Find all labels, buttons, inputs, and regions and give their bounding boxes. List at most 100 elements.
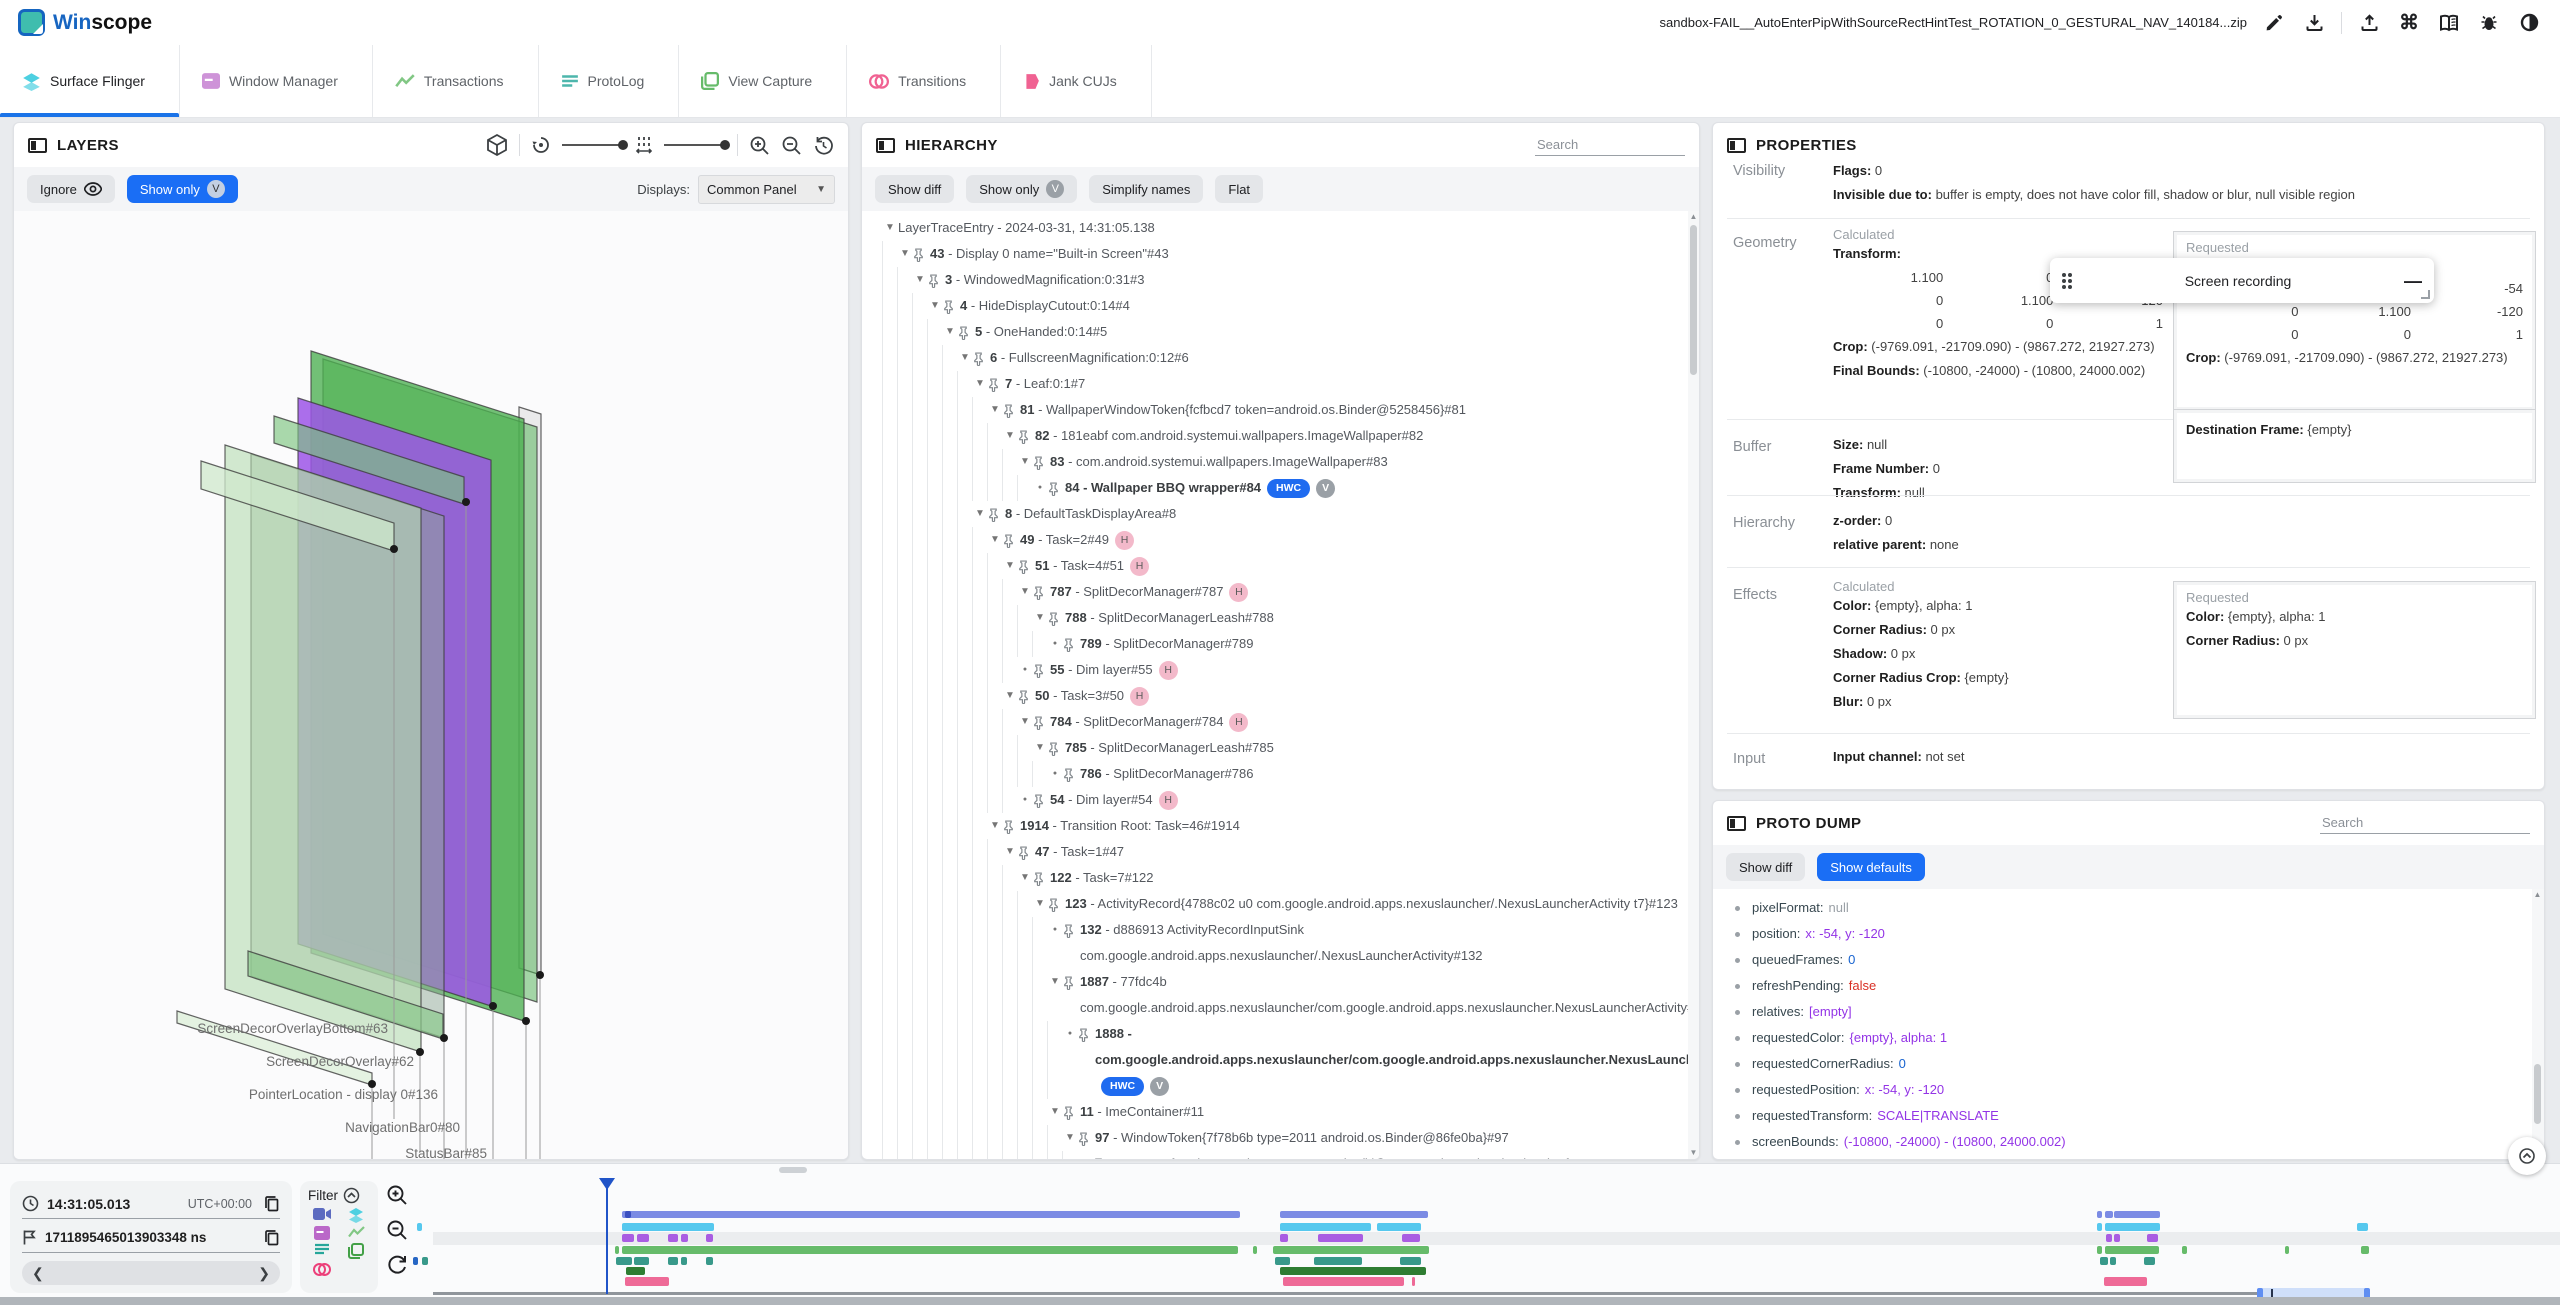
scroll-down-icon[interactable]: ▼ <box>1688 1147 1699 1159</box>
pin-icon[interactable] <box>1018 839 1035 860</box>
drag-handle-icon[interactable] <box>2062 272 2072 289</box>
proto-row[interactable]: refreshPending: false <box>1735 973 2532 999</box>
edit-icon[interactable] <box>2261 10 2287 36</box>
protolog-segment[interactable] <box>1400 1257 1421 1265</box>
protolog-segment[interactable] <box>1275 1257 1290 1265</box>
surface-flinger-segment[interactable] <box>622 1223 714 1231</box>
tree-row[interactable]: ▼ 1895 - Surface(name=3baac60 InputMethod… <box>882 1151 1688 1159</box>
view-capture-segment[interactable] <box>626 1267 645 1275</box>
transactions-segment[interactable] <box>622 1246 1238 1254</box>
expand-arrow-icon[interactable]: ▼ <box>987 527 1003 553</box>
tree-row[interactable]: ▼ 11 - ImeContainer#11 <box>882 1099 1688 1125</box>
window-manager-segment[interactable] <box>668 1234 678 1242</box>
reset-view-icon[interactable] <box>813 135 834 156</box>
pin-icon[interactable] <box>1048 475 1065 496</box>
tree-row[interactable]: ▼ 49 - Task=2#49 H <box>882 527 1688 553</box>
tree-row[interactable]: ▼ 1887 - 77fdc4b com.google.android.apps.… <box>882 969 1688 1021</box>
protolog-segment[interactable] <box>706 1257 713 1265</box>
displays-select[interactable]: Common Panel ▼ <box>698 174 835 204</box>
protolog-segment[interactable] <box>634 1257 649 1265</box>
protolog-segment[interactable] <box>422 1257 428 1265</box>
expand-arrow-icon[interactable]: ▼ <box>1077 1151 1093 1159</box>
tree-row[interactable]: ▼ 787 - SplitDecorManager#787 H <box>882 579 1688 605</box>
proto-row[interactable]: pixelFormat: null <box>1735 895 2532 921</box>
tab-window-manager[interactable]: Window Manager <box>180 45 373 117</box>
pin-icon[interactable] <box>1018 423 1035 444</box>
transactions-segment[interactable] <box>1273 1246 1429 1254</box>
tree-row[interactable]: ▼ 5 - OneHanded:0:14#5 <box>882 319 1688 345</box>
scroll-up-icon[interactable]: ▲ <box>1688 211 1699 223</box>
tree-row[interactable]: ▼ 7 - Leaf:0:1#7 <box>882 371 1688 397</box>
layers-3d-view[interactable]: ScreenDecorOverlayBottom#63 ScreenDecorOv… <box>14 211 848 1159</box>
pin-icon[interactable] <box>1033 865 1050 886</box>
pin-icon[interactable] <box>988 371 1005 392</box>
tree-row[interactable]: ▼ 4 - HideDisplayCutout:0:14#4 <box>882 293 1688 319</box>
expand-arrow-icon[interactable]: ▼ <box>987 813 1003 839</box>
tree-row[interactable]: ▼ 1914 - Transition Root: Task=46#1914 <box>882 813 1688 839</box>
collapse-panel-icon[interactable] <box>1727 137 1746 153</box>
tree-row[interactable]: ▼ 6 - FullscreenMagnification:0:12#6 <box>882 345 1688 371</box>
pin-icon[interactable] <box>1018 683 1035 704</box>
tab-transitions[interactable]: Transitions <box>847 45 1002 117</box>
transactions-segment[interactable] <box>2182 1246 2187 1254</box>
proto-dump-search-input[interactable] <box>2320 812 2530 834</box>
expand-arrow-icon[interactable]: ▼ <box>1032 891 1048 917</box>
show-defaults-button[interactable]: Show defaults <box>1817 853 1925 881</box>
transactions-segment[interactable] <box>1253 1246 1257 1254</box>
tree-row[interactable]: ▼ 123 - ActivityRecord{4788c02 u0 com.goo… <box>882 891 1688 917</box>
pin-icon[interactable] <box>1063 761 1080 782</box>
tree-row[interactable]: ● 132 - d886913 ActivityRecordInputSink c… <box>882 917 1688 969</box>
tree-row[interactable]: ▼ 122 - Task=7#122 <box>882 865 1688 891</box>
pin-icon[interactable] <box>1063 631 1080 652</box>
pin-icon[interactable] <box>1048 605 1065 626</box>
protolog-segment[interactable] <box>2144 1257 2155 1265</box>
tree-row[interactable]: ▼ 784 - SplitDecorManager#784 H <box>882 709 1688 735</box>
hierarchy-scrollbar[interactable]: ▲ ▼ <box>1688 211 1699 1159</box>
expand-arrow-icon[interactable]: ▼ <box>897 241 913 267</box>
tree-row[interactable]: ▼ 82 - 181eabf com.android.systemui.wallp… <box>882 423 1688 449</box>
flat-button[interactable]: Flat <box>1215 175 1264 203</box>
proto-row[interactable]: requestedPosition: x: -54, y: -120 <box>1735 1077 2532 1103</box>
collapse-panel-icon[interactable] <box>28 137 47 153</box>
transactions-segment[interactable] <box>2285 1246 2289 1254</box>
expand-arrow-icon[interactable]: ▼ <box>1017 579 1033 605</box>
window-manager-segment[interactable] <box>706 1234 713 1242</box>
pin-icon[interactable] <box>988 501 1005 522</box>
transitions-segment[interactable] <box>1283 1277 1404 1286</box>
transactions-segment[interactable] <box>615 1246 619 1254</box>
window-manager-segment[interactable] <box>2147 1234 2158 1242</box>
tree-row[interactable]: ▼ 51 - Task=4#51 H <box>882 553 1688 579</box>
protolog-segment[interactable] <box>413 1257 418 1265</box>
expand-arrow-icon[interactable]: ▼ <box>912 267 928 293</box>
view-capture-segment[interactable] <box>1280 1267 1426 1275</box>
proto-row[interactable]: queuedFrames: 0 <box>1735 947 2532 973</box>
show-only-visible-button[interactable]: Show only V <box>126 175 238 203</box>
zoom-out-icon[interactable] <box>781 135 802 156</box>
pin-icon[interactable] <box>1048 735 1065 756</box>
pin-icon[interactable] <box>1003 527 1020 548</box>
tree-row[interactable]: ● 54 - Dim layer#54 H <box>882 787 1688 813</box>
download-icon[interactable] <box>2301 10 2327 36</box>
pin-icon[interactable] <box>943 293 960 314</box>
pin-icon[interactable] <box>1048 891 1065 912</box>
surface-flinger-segment[interactable] <box>2097 1223 2102 1231</box>
protolog-segment[interactable] <box>616 1257 632 1265</box>
tree-row[interactable]: ▼ 50 - Task=3#50 H <box>882 683 1688 709</box>
pin-icon[interactable] <box>1003 397 1020 418</box>
tree-row[interactable]: ● 55 - Dim layer#55 H <box>882 657 1688 683</box>
proto-row[interactable]: requestedTransform: SCALE|TRANSLATE <box>1735 1103 2532 1129</box>
dark-mode-toggle-icon[interactable] <box>2516 10 2542 36</box>
window-manager-segment[interactable] <box>1402 1234 1420 1242</box>
protolog-segment[interactable] <box>681 1257 687 1265</box>
pin-icon[interactable] <box>1003 813 1020 834</box>
simplify-names-button[interactable]: Simplify names <box>1089 175 1204 203</box>
timeline-cursor-line[interactable] <box>606 1188 608 1294</box>
tree-row[interactable]: ▼ 3 - WindowedMagnification:0:31#3 <box>882 267 1688 293</box>
expand-arrow-icon[interactable]: ▼ <box>1062 1125 1078 1151</box>
expand-arrow-icon[interactable]: ▼ <box>927 293 943 319</box>
proto-row[interactable]: requestedCornerRadius: 0 <box>1735 1051 2532 1077</box>
tree-row[interactable]: ▼ 83 - com.android.systemui.wallpapers.Im… <box>882 449 1688 475</box>
transitions-segment[interactable] <box>2104 1277 2147 1286</box>
pin-icon[interactable] <box>1063 917 1080 938</box>
screen-recording-segment[interactable] <box>625 1211 631 1218</box>
